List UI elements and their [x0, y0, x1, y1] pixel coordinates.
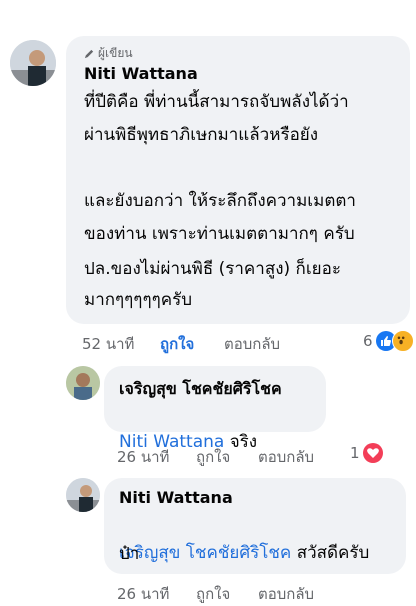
avatar-charoensuk[interactable] [66, 366, 100, 400]
comment-line-1: ที่ปีติคือ พี่ท่านนี้สามารถจับพลังได้ว่า [84, 92, 349, 112]
reply-1-timestamp[interactable]: 26 นาที [117, 445, 169, 469]
author-badge: ผู้เขียน [84, 44, 133, 63]
reply-2-timestamp[interactable]: 26 นาที [117, 582, 169, 606]
comment-line-8: มากๆๆๆๆๆครับ [84, 290, 192, 310]
reply-2-reply-button[interactable]: ตอบกลับ [258, 582, 314, 606]
reply-button[interactable]: ตอบกลับ [224, 332, 280, 356]
comment-author-name[interactable]: Niti Wattana [84, 64, 198, 83]
author-badge-label: ผู้เขียน [98, 46, 133, 60]
reply-2-text-body: สวัสดีครับ [291, 543, 370, 563]
reply-1-reaction-count: 1 [350, 444, 360, 462]
reply-2-text-line-2: ป๋า [119, 544, 140, 564]
mention-charoensuk[interactable]: เจริญสุข โชคชัยศิริโชค [119, 543, 291, 563]
reply-2-text: เจริญสุข โชคชัยศิริโชค สวัสดีครับ [119, 508, 369, 568]
pencil-icon [84, 49, 94, 59]
reaction-summary[interactable]: 6 [363, 330, 414, 352]
comment-line-4: และยังบอกว่า ให้ระลึกถึงความเมตตา [84, 191, 356, 211]
reply-2-author-name[interactable]: Niti Wattana [119, 488, 233, 507]
comment-line-5: ของท่าน เพราะท่านเมตตามากๆ ครับ [84, 224, 355, 244]
reply-1-reply-button[interactable]: ตอบกลับ [258, 445, 314, 469]
reply-1-like-button[interactable]: ถูกใจ [196, 445, 230, 469]
wow-icon [391, 330, 414, 352]
reply-2-like-button[interactable]: ถูกใจ [196, 582, 230, 606]
comment-timestamp[interactable]: 52 นาที [82, 332, 134, 356]
avatar-niti-wattana-reply[interactable] [66, 478, 100, 512]
reply-1-reaction-summary[interactable]: 1 [350, 443, 383, 463]
like-button[interactable]: ถูกใจ [160, 332, 194, 356]
reaction-count: 6 [363, 332, 373, 350]
avatar-niti-wattana[interactable] [10, 40, 56, 86]
comment-line-7: ปล.ของไม่ผ่านพิธี (ราคาสูง) ก็เยอะ [84, 259, 341, 279]
love-icon [362, 443, 383, 463]
comment-line-2: ผ่านพิธีพุทธาภิเษกมาแล้วหรือยัง [84, 125, 319, 145]
